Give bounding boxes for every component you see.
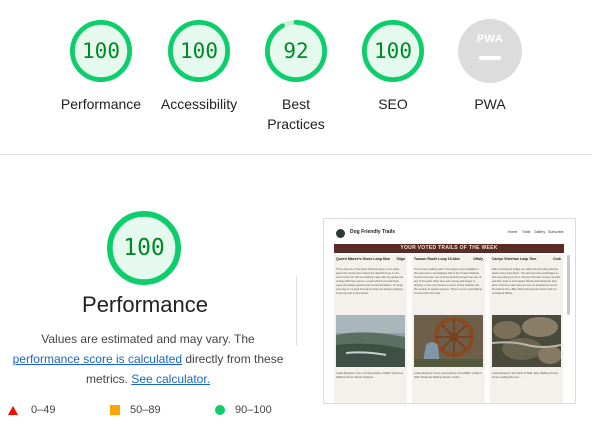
green-circle-icon [215,405,225,415]
thumb-trail-card: Carryn Sheehan Loop 7km Cork After cross… [490,255,563,403]
gauge-label-best-practices[interactable]: Best Practices [266,94,326,134]
thumb-trail-foot: Leads Required: No Grade of Walk: Easy W… [492,372,559,379]
score-calculated-link[interactable]: performance score is calculated [13,352,182,366]
vertical-divider [296,276,297,346]
desc-line-3: metrics. [85,372,132,386]
thumb-trail-tag: Sligo [396,257,405,261]
gauge-label-performance[interactable]: Performance [51,94,151,114]
legend-average-range: 50–89 [130,404,161,416]
thumb-trail-foot: Leads Required: Some road sections and w… [414,372,482,379]
gauge-score: 100 [123,235,165,261]
red-triangle-icon [8,405,18,415]
gauge-label-seo[interactable]: SEO [343,94,443,114]
pwa-badge-circle [458,19,522,83]
section-divider [0,154,592,155]
thumb-scrollbar [567,255,570,315]
thumb-nav-subscribe: Subscribe [548,230,564,234]
legend-average: 50–89 [110,404,161,416]
gauge-score: 92 [283,39,309,63]
thumb-trail-text: After crossing the bridge you follow the… [492,268,561,295]
gauge-label-pwa[interactable]: PWA [440,94,540,114]
thumb-trail-tag: Offaly [473,257,483,261]
thumb-trail-photo [414,315,483,367]
thumb-trail-title: Queen Maeve's Grove Loop 6km [336,257,390,261]
thumb-banner: YOUR VOTED TRAILS OF THE WEEK [334,244,564,253]
pwa-badge[interactable]: PWA [458,19,522,83]
desc-line-2: directly from these [182,352,284,366]
performance-description: Values are estimated and may vary. The p… [0,329,296,389]
performance-main-gauge: 100 [106,210,182,286]
orange-square-icon [110,405,120,415]
gauge-score: 100 [82,39,120,63]
gauge-performance[interactable]: 100 [69,19,133,83]
legend-pass: 90–100 [215,404,272,416]
legend-fail-range: 0–49 [31,404,56,416]
thumb-trail-card: Tunaun Route Loop 10.4km Offaly The Tuna… [412,255,485,403]
performance-title: Performance [82,292,208,317]
thumb-trail-photo [336,315,405,367]
thumb-trail-text: The Tunaun walking path is the largest r… [414,268,483,295]
thumb-header: Dog Friendly Trails Home Trails Gallery … [324,219,575,241]
thumb-nav-gallery: Gallery [534,230,546,234]
pwa-badge-dash-icon [479,56,501,60]
thumb-brand: Dog Friendly Trails [350,229,396,235]
gauge-best-practices[interactable]: 92 [264,19,328,83]
legend-pass-range: 90–100 [235,404,272,416]
gauge-seo[interactable]: 100 [361,19,425,83]
thumb-trail-foot: Leads Required: Yes in all cities Grade … [336,372,404,379]
thumb-trail-text: Three and one of the Ryan Mirrored ways … [336,268,404,295]
paw-logo-icon [336,229,345,238]
final-screenshot-thumbnail[interactable]: Dog Friendly Trails Home Trails Gallery … [323,218,576,404]
gauge-score: 100 [374,39,412,63]
thumb-trail-photo [492,315,561,367]
see-calculator-link[interactable]: See calculator. [131,372,210,386]
gauge-score: 100 [180,39,218,63]
thumb-trail-card: Queen Maeve's Grove Loop 6km Sligo Three… [334,255,407,403]
gauge-label-accessibility[interactable]: Accessibility [149,94,249,114]
thumb-trail-tag: Cork [553,257,561,261]
thumb-trail-title: Carryn Sheehan Loop 7km [492,257,537,261]
thumb-nav-home: Home [508,230,518,234]
gauge-accessibility[interactable]: 100 [167,19,231,83]
pwa-badge-text: PWA [476,33,504,45]
desc-line-1: Values are estimated and may vary. The [41,332,255,346]
thumb-nav-trails: Trails [522,230,531,234]
legend-fail: 0–49 [8,404,55,416]
